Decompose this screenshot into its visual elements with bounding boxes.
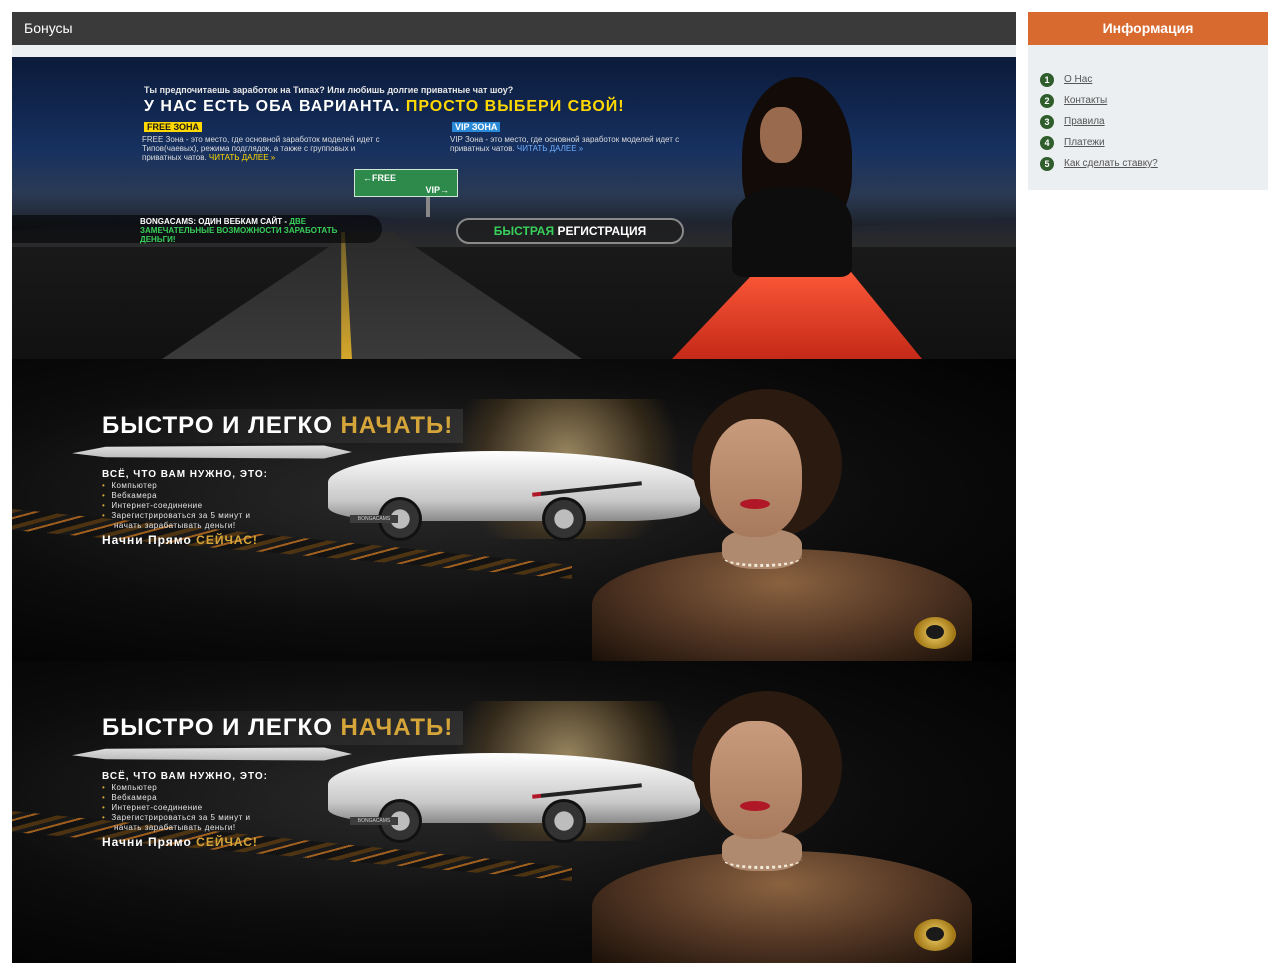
free-zone-description: FREE Зона - это место, где основной зара… — [142, 135, 387, 162]
model-lips — [740, 801, 770, 811]
list-item: начать зарабатывать деньги! — [114, 521, 236, 530]
headline-gold: НАЧАТЬ! — [340, 714, 454, 741]
sign-free: ←FREE — [363, 173, 397, 183]
sidebar-item-about: 1 О Нас — [1040, 69, 1268, 90]
requirements-list: Компьютер Вебкамера Интернет-соединение … — [102, 783, 250, 833]
bongacams-logo-icon — [914, 617, 956, 649]
list-item: Вебкамера — [102, 793, 250, 803]
banner-headline: У НАС ЕСТЬ ОБА ВАРИАНТА. ПРОСТО ВЫБЕРИ С… — [144, 98, 625, 116]
reg-label-green: БЫСТРАЯ — [493, 224, 555, 238]
tagline-white: BONGACAMS: ОДИН ВЕБКАМ САЙТ - — [140, 217, 288, 226]
free-zone-tag: FREE ЗОНА — [144, 122, 203, 132]
header-divider — [12, 45, 1016, 57]
number-badge: 1 — [1040, 72, 1054, 87]
rules-link[interactable]: Правила — [1064, 116, 1105, 127]
start-now-cta[interactable]: Начни Прямо СЕЙЧАС! — [102, 533, 258, 547]
cta-gold: СЕЙЧАС! — [196, 835, 258, 849]
sidebar-item-how-to-bet: 5 Как сделать ставку? — [1040, 153, 1268, 174]
cta-gold: СЕЙЧАС! — [196, 533, 258, 547]
model-skirt — [672, 267, 922, 359]
sign-pole — [426, 197, 430, 217]
car-plate: BONGACAMS — [350, 515, 398, 523]
banner-free-vip-zones[interactable]: Ты предпочитаешь заработок на Типах? Или… — [12, 57, 1016, 359]
list-item: Интернет-соединение — [102, 803, 250, 813]
sidebar-item-payments: 4 Платежи — [1040, 132, 1268, 153]
car-wheel — [542, 799, 586, 843]
model-face — [760, 107, 802, 163]
start-now-cta[interactable]: Начни Прямо СЕЙЧАС! — [102, 835, 258, 849]
about-link[interactable]: О Нас — [1064, 74, 1092, 85]
vip-zone-read-more-link[interactable]: ЧИТАТЬ ДАЛЕЕ » — [517, 144, 583, 153]
sidebar-menu: 1 О Нас 2 Контакты 3 Правила 4 Платежи 5… — [1028, 45, 1268, 174]
banner-quick-start[interactable]: BONGACAMS БЫСТРО И ЛЕГКО НАЧАТЬ! ВСЁ, ЧТ… — [12, 359, 1016, 661]
headline-white: БЫСТРО И ЛЕГКО — [102, 412, 333, 439]
number-badge: 5 — [1040, 156, 1054, 171]
banner-headline: БЫСТРО И ЛЕГКО НАЧАТЬ! — [102, 711, 464, 745]
main-column: Бонусы — [12, 12, 1016, 57]
payments-link[interactable]: Платежи — [1064, 137, 1105, 148]
free-zone-read-more-link[interactable]: ЧИТАТЬ ДАЛЕЕ » — [209, 153, 275, 162]
banners-area: Ты предпочитаешь заработок на Типах? Или… — [12, 57, 1016, 964]
number-badge: 2 — [1040, 93, 1054, 108]
list-item: Зарегистрироваться за 5 минут и — [102, 511, 250, 521]
requirements-title: ВСЁ, ЧТО ВАМ НУЖНО, ЭТО: — [102, 771, 268, 782]
banner-quick-start-repeat[interactable]: BONGACAMS БЫСТРО И ЛЕГКО НАЧАТЬ! ВСЁ, ЧТ… — [12, 661, 1016, 963]
vip-zone-tag: VIP ЗОНА — [452, 122, 501, 132]
model-top — [732, 187, 852, 277]
list-item: Компьютер — [102, 481, 250, 491]
sign-vip: VIP→ — [425, 185, 449, 195]
list-item: Интернет-соединение — [102, 501, 250, 511]
vip-zone-description: VIP Зона - это место, где основной зараб… — [450, 135, 700, 153]
list-item: Зарегистрироваться за 5 минут и — [102, 813, 250, 823]
headline-white: У НАС ЕСТЬ ОБА ВАРИАНТА. — [144, 98, 401, 115]
headline-white: БЫСТРО И ЛЕГКО — [102, 714, 333, 741]
contacts-link[interactable]: Контакты — [1064, 95, 1107, 106]
how-to-bet-link[interactable]: Как сделать ставку? — [1064, 158, 1158, 169]
requirements-title: ВСЁ, ЧТО ВАМ НУЖНО, ЭТО: — [102, 469, 268, 480]
road-sign: ←FREE VIP→ — [354, 169, 458, 197]
reg-label-white: РЕГИСТРАЦИЯ — [557, 224, 647, 238]
headline-yellow: ПРОСТО ВЫБЕРИ СВОЙ! — [405, 98, 625, 115]
sidebar-title: Информация — [1028, 12, 1268, 45]
section-title: Бонусы — [12, 12, 1016, 45]
model-lips — [740, 499, 770, 509]
cta-white: Начни Прямо — [102, 835, 192, 849]
bongacams-tagline: BONGACAMS: ОДИН ВЕБКАМ САЙТ - ДВЕ ЗАМЕЧА… — [12, 215, 382, 244]
list-item: Компьютер — [102, 783, 250, 793]
banner-question: Ты предпочитаешь заработок на Типах? Или… — [144, 85, 514, 95]
sidebar-item-contacts: 2 Контакты — [1040, 90, 1268, 111]
road-graphic — [162, 232, 582, 359]
number-badge: 3 — [1040, 114, 1054, 129]
cta-white: Начни Прямо — [102, 533, 192, 547]
requirements-list: Компьютер Вебкамера Интернет-соединение … — [102, 481, 250, 531]
model-photo — [672, 77, 922, 359]
car-wheel — [542, 497, 586, 541]
number-badge: 4 — [1040, 135, 1054, 150]
bongacams-logo-icon — [914, 919, 956, 951]
car-plate: BONGACAMS — [350, 817, 398, 825]
info-sidebar: Информация 1 О Нас 2 Контакты 3 Правила … — [1028, 12, 1268, 190]
list-item: начать зарабатывать деньги! — [114, 823, 236, 832]
model-face — [710, 721, 802, 839]
headline-gold: НАЧАТЬ! — [340, 412, 454, 439]
quick-registration-button[interactable]: БЫСТРАЯ РЕГИСТРАЦИЯ — [456, 218, 684, 244]
banner-headline: БЫСТРО И ЛЕГКО НАЧАТЬ! — [102, 409, 464, 443]
model-necklace — [722, 547, 802, 567]
model-face — [710, 419, 802, 537]
model-necklace — [722, 849, 802, 869]
list-item: Вебкамера — [102, 491, 250, 501]
sidebar-item-rules: 3 Правила — [1040, 111, 1268, 132]
